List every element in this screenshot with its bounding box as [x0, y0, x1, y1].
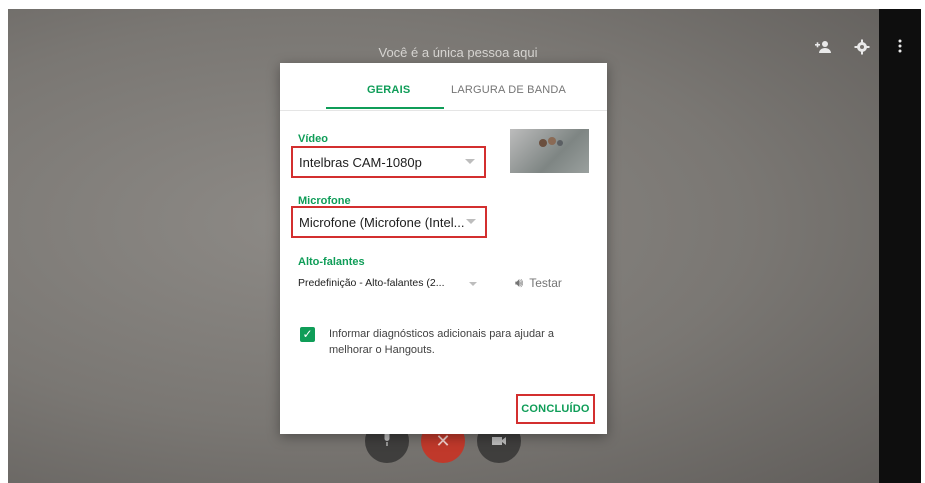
microphone-select[interactable]: Microfone (Microfone (Intel... — [291, 206, 487, 238]
gear-icon[interactable] — [854, 39, 870, 59]
settings-tabs: GERAIS LARGURA DE BANDA — [280, 63, 607, 111]
done-button[interactable]: CONCLUÍDO — [516, 394, 595, 424]
test-speakers-label: Testar — [529, 276, 562, 290]
test-speakers-button[interactable]: 🔊︎ Testar — [515, 275, 562, 291]
microphone-selected-value: Microfone (Microfone (Intel... — [299, 214, 465, 230]
active-tab-indicator — [326, 107, 444, 109]
chevron-down-icon — [469, 282, 477, 286]
video-select[interactable]: Intelbras CAM-1080p — [291, 146, 486, 178]
speaker-icon: 🔊︎ — [515, 275, 524, 290]
right-panel — [879, 9, 921, 483]
add-person-icon[interactable] — [814, 40, 832, 58]
video-label: Vídeo — [298, 133, 328, 145]
video-selected-value: Intelbras CAM-1080p — [299, 154, 422, 170]
speakers-select[interactable]: Predefinição - Alto-falantes (2... 🔊︎ Te… — [298, 274, 588, 294]
chevron-down-icon — [466, 219, 476, 224]
diagnostics-text: Informar diagnósticos adicionais para aj… — [329, 328, 555, 356]
tab-general[interactable]: GERAIS — [367, 84, 410, 96]
chevron-down-icon — [465, 159, 475, 164]
more-vert-icon[interactable] — [898, 39, 902, 57]
tab-bandwidth[interactable]: LARGURA DE BANDA — [451, 84, 566, 96]
empty-call-message: Você é a única pessoa aqui — [378, 45, 538, 60]
speakers-label: Alto-falantes — [298, 256, 365, 268]
speakers-selected-value: Predefinição - Alto-falantes (2... — [298, 277, 445, 289]
diagnostics-checkbox[interactable]: ✓ — [300, 327, 315, 342]
video-preview — [510, 129, 589, 173]
settings-dialog: GERAIS LARGURA DE BANDA Vídeo Intelbras … — [280, 63, 607, 434]
